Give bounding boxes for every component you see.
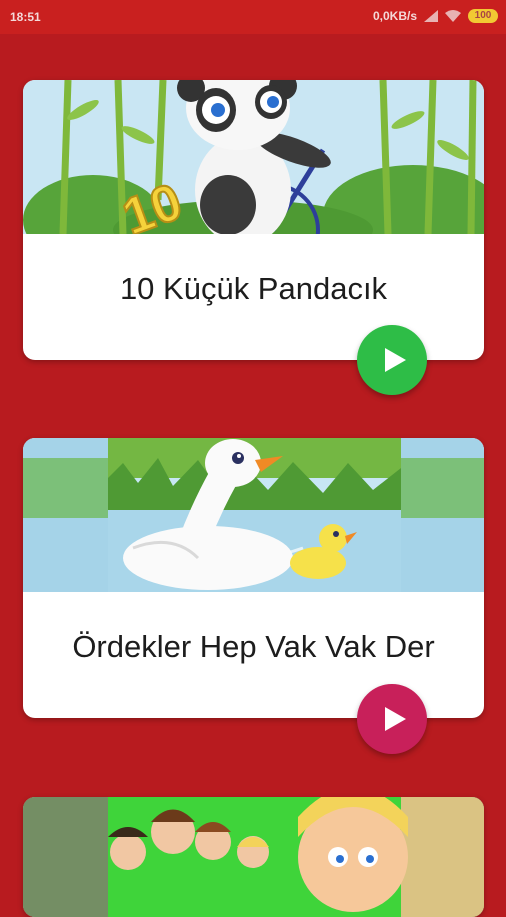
song-title[interactable]: 10 Küçük Pandacık	[23, 234, 484, 344]
song-card[interactable]	[23, 797, 484, 917]
play-icon	[385, 707, 406, 731]
song-thumbnail-panda: 10	[23, 80, 484, 234]
network-speed: 0,0KB/s	[372, 9, 417, 23]
play-button[interactable]	[357, 325, 427, 395]
signal-icon	[424, 10, 438, 22]
status-bar: 18:51 0,0KB/s 100	[0, 0, 506, 34]
song-thumbnail-children	[23, 797, 484, 917]
status-time: 18:51	[10, 10, 41, 24]
song-title[interactable]: Ördekler Hep Vak Vak Der	[23, 592, 484, 702]
song-card[interactable]: 10 10 Küçük Pandacık	[23, 80, 484, 360]
play-icon	[385, 348, 406, 372]
play-button[interactable]	[357, 684, 427, 754]
wifi-icon	[445, 10, 461, 22]
song-card[interactable]: Ördekler Hep Vak Vak Der	[23, 438, 484, 718]
status-icons: 0,0KB/s 100	[373, 9, 498, 23]
song-thumbnail-ducks	[23, 438, 484, 592]
battery-icon: 100	[468, 9, 498, 23]
